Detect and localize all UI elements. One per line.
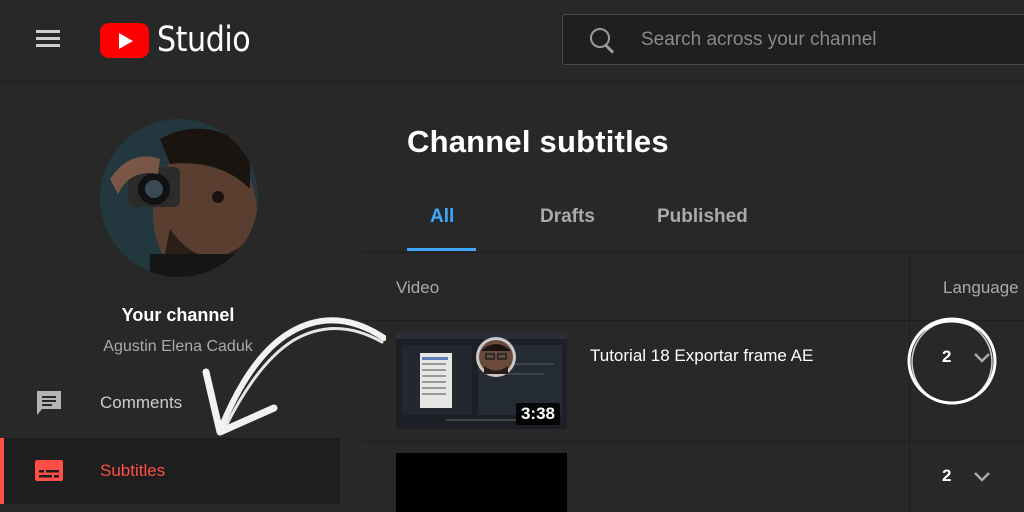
channel-name: Agustin Elena Caduk — [103, 338, 253, 355]
language-count: 2 — [942, 466, 952, 485]
video-thumbnail[interactable]: 3:38 — [396, 333, 567, 429]
search-input[interactable] — [641, 28, 1021, 51]
column-divider — [909, 253, 910, 512]
sidebar-item-subtitles[interactable]: Subtitles — [0, 438, 340, 504]
divider — [362, 252, 1024, 253]
chevron-down-icon[interactable] — [973, 352, 991, 364]
divider — [362, 441, 1024, 442]
search-icon[interactable] — [587, 25, 617, 55]
active-tab-indicator — [407, 248, 476, 251]
column-header-video[interactable]: Video — [396, 278, 439, 298]
video-duration: 3:38 — [515, 403, 560, 425]
search-box[interactable] — [562, 14, 1024, 65]
channel-title: Your channel — [121, 305, 235, 325]
divider — [362, 320, 1024, 321]
sidebar-item-label: Subtitles — [100, 461, 166, 480]
chevron-down-icon[interactable] — [973, 471, 991, 483]
tab-all[interactable]: All — [430, 206, 454, 228]
logo-text: Studio — [157, 20, 251, 60]
sidebar: Your channel Agustin Elena Caduk Comment… — [0, 83, 340, 512]
youtube-play-icon — [100, 22, 149, 58]
page-title: Channel subtitles — [407, 124, 669, 159]
hamburger-menu-icon[interactable] — [30, 24, 66, 54]
language-count: 2 — [942, 347, 952, 366]
comment-icon — [37, 391, 61, 415]
subtitles-icon — [35, 460, 63, 481]
sidebar-item-comments[interactable]: Comments — [0, 370, 340, 436]
top-bar: Studio — [0, 0, 1024, 82]
video-thumbnail[interactable] — [396, 453, 567, 512]
youtube-studio-logo[interactable]: Studio — [100, 20, 265, 60]
tab-published[interactable]: Published — [657, 206, 748, 228]
column-header-language[interactable]: Language — [943, 278, 1019, 298]
video-title[interactable]: Tutorial 18 Exportar frame AE — [590, 346, 813, 366]
channel-avatar[interactable] — [100, 119, 258, 277]
tab-drafts[interactable]: Drafts — [540, 206, 595, 228]
sidebar-item-label: Comments — [100, 393, 183, 412]
